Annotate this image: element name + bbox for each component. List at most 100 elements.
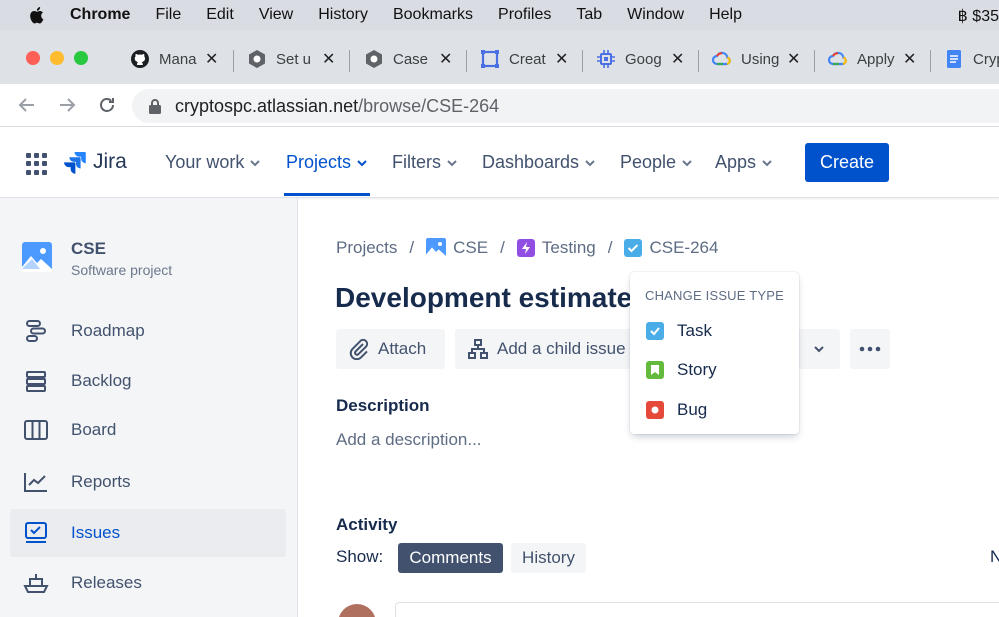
project-avatar-icon[interactable]	[22, 242, 52, 272]
browser-tab[interactable]: Creat ✕	[480, 40, 568, 78]
address-bar[interactable]: cryptospc.atlassian.net/browse/CSE-264	[132, 89, 999, 123]
browser-tab[interactable]: Mana ✕	[130, 40, 218, 78]
url-path: /browse/CSE-264	[358, 96, 500, 116]
nav-projects[interactable]: Projects	[286, 152, 368, 173]
more-actions-dropdown-button[interactable]	[798, 329, 840, 369]
menu-file[interactable]: File	[155, 6, 181, 24]
jira-logo[interactable]: Jira	[63, 150, 127, 174]
epic-icon	[516, 239, 535, 257]
close-icon[interactable]: ✕	[787, 49, 800, 69]
menu-bookmarks[interactable]: Bookmarks	[393, 6, 473, 24]
create-button[interactable]: Create	[805, 143, 889, 182]
nav-people[interactable]: People	[620, 152, 693, 173]
window-zoom-button[interactable]	[74, 51, 88, 65]
close-icon[interactable]: ✕	[903, 49, 916, 69]
close-icon[interactable]: ✕	[205, 49, 218, 69]
menu-item-bug[interactable]: Bug	[630, 392, 799, 428]
menubar-status-text[interactable]: ฿ $35	[958, 6, 999, 26]
apple-icon[interactable]	[28, 6, 44, 24]
sidebar-item-label: Backlog	[71, 371, 132, 390]
menu-chrome[interactable]: Chrome	[70, 6, 130, 24]
menu-help[interactable]: Help	[709, 6, 742, 24]
sidebar-item-label: Releases	[71, 573, 142, 592]
nav-apps[interactable]: Apps	[715, 152, 773, 173]
board-icon	[23, 417, 49, 443]
menu-item-task[interactable]: Task	[630, 313, 799, 349]
google-cloud-icon	[828, 49, 848, 69]
nav-your-work[interactable]: Your work	[165, 152, 261, 173]
reload-button[interactable]	[95, 93, 119, 117]
tab-divider	[930, 50, 931, 72]
chevron-down-icon	[585, 159, 595, 166]
app-switcher-icon[interactable]	[26, 153, 48, 175]
nav-dashboards[interactable]: Dashboards	[482, 152, 596, 173]
menu-edit[interactable]: Edit	[206, 6, 234, 24]
sidebar-item-reports[interactable]: Reports	[10, 458, 286, 506]
browser-tab[interactable]: Case ✕	[364, 40, 452, 78]
avatar	[338, 604, 376, 617]
window-minimize-button[interactable]	[50, 51, 64, 65]
issue-title[interactable]: Development estimates	[335, 282, 648, 314]
menu-item-story[interactable]: Story	[630, 352, 799, 388]
close-icon[interactable]: ✕	[439, 49, 452, 69]
chevron-down-icon	[447, 159, 457, 166]
nav-filters[interactable]: Filters	[392, 152, 458, 173]
breadcrumb-project[interactable]: CSE	[453, 238, 488, 258]
hierarchy-icon	[467, 338, 489, 360]
browser-tab[interactable]: Apply ✕	[828, 40, 916, 78]
menu-view[interactable]: View	[259, 6, 293, 24]
macos-menubar: Chrome File Edit View History Bookmarks …	[0, 0, 999, 30]
menu-window[interactable]: Window	[627, 6, 684, 24]
breadcrumb-epic[interactable]: Testing	[542, 238, 596, 258]
browser-tab-strip: Mana ✕ Set u ✕ Case ✕ Creat ✕ Goog ✕ Usi…	[0, 30, 999, 84]
comments-filter-button[interactable]: Comments	[398, 543, 503, 573]
sidebar-item-board[interactable]: Board	[10, 406, 286, 454]
jira-top-nav: Jira Your work Projects Filters Dashboar…	[0, 127, 999, 198]
sidebar-item-roadmap[interactable]: Roadmap	[10, 307, 286, 355]
task-type-icon	[646, 322, 664, 340]
chip-icon	[596, 49, 616, 69]
history-filter-button[interactable]: History	[511, 543, 586, 573]
chevron-down-icon	[357, 159, 367, 166]
chevron-down-icon	[814, 346, 824, 353]
tab-divider	[233, 50, 234, 72]
project-name[interactable]: CSE	[71, 239, 106, 259]
browser-tab[interactable]: Goog ✕	[596, 40, 684, 78]
description-input[interactable]: Add a description...	[336, 430, 482, 450]
attach-button[interactable]: Attach	[336, 329, 445, 369]
add-child-issue-button[interactable]: Add a child issue	[455, 329, 635, 369]
sidebar-item-releases[interactable]: Releases	[10, 559, 286, 607]
more-options-button[interactable]	[850, 329, 890, 369]
jira-logo-text: Jira	[93, 150, 127, 173]
menu-history[interactable]: History	[318, 6, 368, 24]
browser-tab[interactable]: Set u ✕	[247, 40, 335, 78]
sidebar-item-issues[interactable]: Issues	[10, 509, 286, 557]
show-label: Show:	[336, 547, 384, 566]
comment-input[interactable]	[395, 602, 999, 617]
tab-title: Creat	[509, 50, 546, 68]
roadmap-icon	[23, 318, 49, 344]
browser-tab[interactable]: Using ✕	[712, 40, 800, 78]
docs-icon	[944, 49, 964, 69]
menu-profiles[interactable]: Profiles	[498, 6, 551, 24]
window-close-button[interactable]	[26, 51, 40, 65]
task-type-icon[interactable]	[624, 239, 643, 257]
close-icon[interactable]: ✕	[322, 49, 335, 69]
breadcrumb-issue-key[interactable]: CSE-264	[649, 238, 718, 258]
close-icon[interactable]: ✕	[671, 49, 684, 69]
back-button[interactable]	[15, 93, 39, 117]
active-nav-indicator	[284, 193, 370, 196]
sort-toggle-text[interactable]: N	[990, 547, 999, 567]
forward-button[interactable]	[55, 93, 79, 117]
project-avatar-icon	[426, 238, 447, 258]
backlog-icon	[23, 368, 49, 394]
close-icon[interactable]: ✕	[555, 49, 568, 69]
sidebar-item-backlog[interactable]: Backlog	[10, 357, 286, 405]
lock-icon[interactable]	[148, 98, 162, 114]
sidebar-item-label: Issues	[71, 523, 121, 542]
tab-title: Cryp	[973, 50, 999, 68]
description-heading: Description	[336, 396, 430, 415]
breadcrumb-projects[interactable]: Projects	[336, 238, 397, 258]
menu-tab[interactable]: Tab	[576, 6, 602, 24]
browser-tab[interactable]: Cryp	[944, 40, 999, 78]
